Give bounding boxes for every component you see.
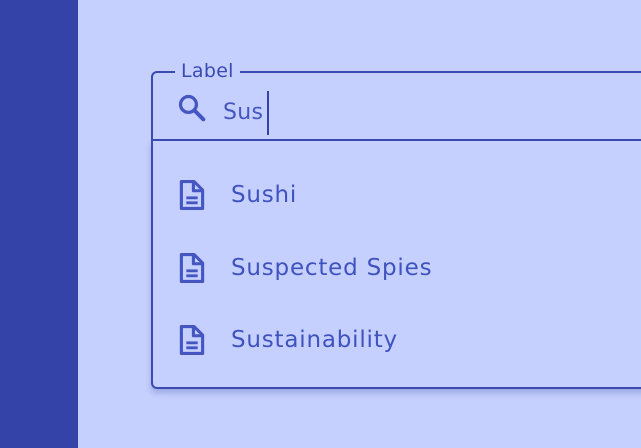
- sidebar: [0, 0, 78, 448]
- suggestion-item-suspected-spies[interactable]: Suspected Spies: [153, 240, 641, 296]
- document-icon: [179, 179, 205, 211]
- document-icon: [179, 252, 205, 284]
- text-caret: [267, 91, 270, 135]
- search-field-label: Label: [175, 59, 240, 83]
- page: Label Sus Sushi Suspected Spies Sustaina…: [0, 0, 641, 448]
- suggestion-item-sushi[interactable]: Sushi: [153, 167, 641, 223]
- suggestions-dropdown: Sushi Suspected Spies Sustainability: [151, 140, 641, 389]
- search-input[interactable]: Sus: [223, 91, 270, 135]
- document-icon: [179, 324, 205, 356]
- suggestion-label: Sushi: [231, 182, 298, 208]
- search-icon: [178, 94, 206, 122]
- suggestion-label: Sustainability: [231, 327, 398, 353]
- search-input-value: Sus: [223, 100, 264, 125]
- suggestion-item-sustainability[interactable]: Sustainability: [153, 312, 641, 368]
- suggestion-label: Suspected Spies: [231, 255, 433, 281]
- search-field[interactable]: Label Sus: [151, 59, 641, 140]
